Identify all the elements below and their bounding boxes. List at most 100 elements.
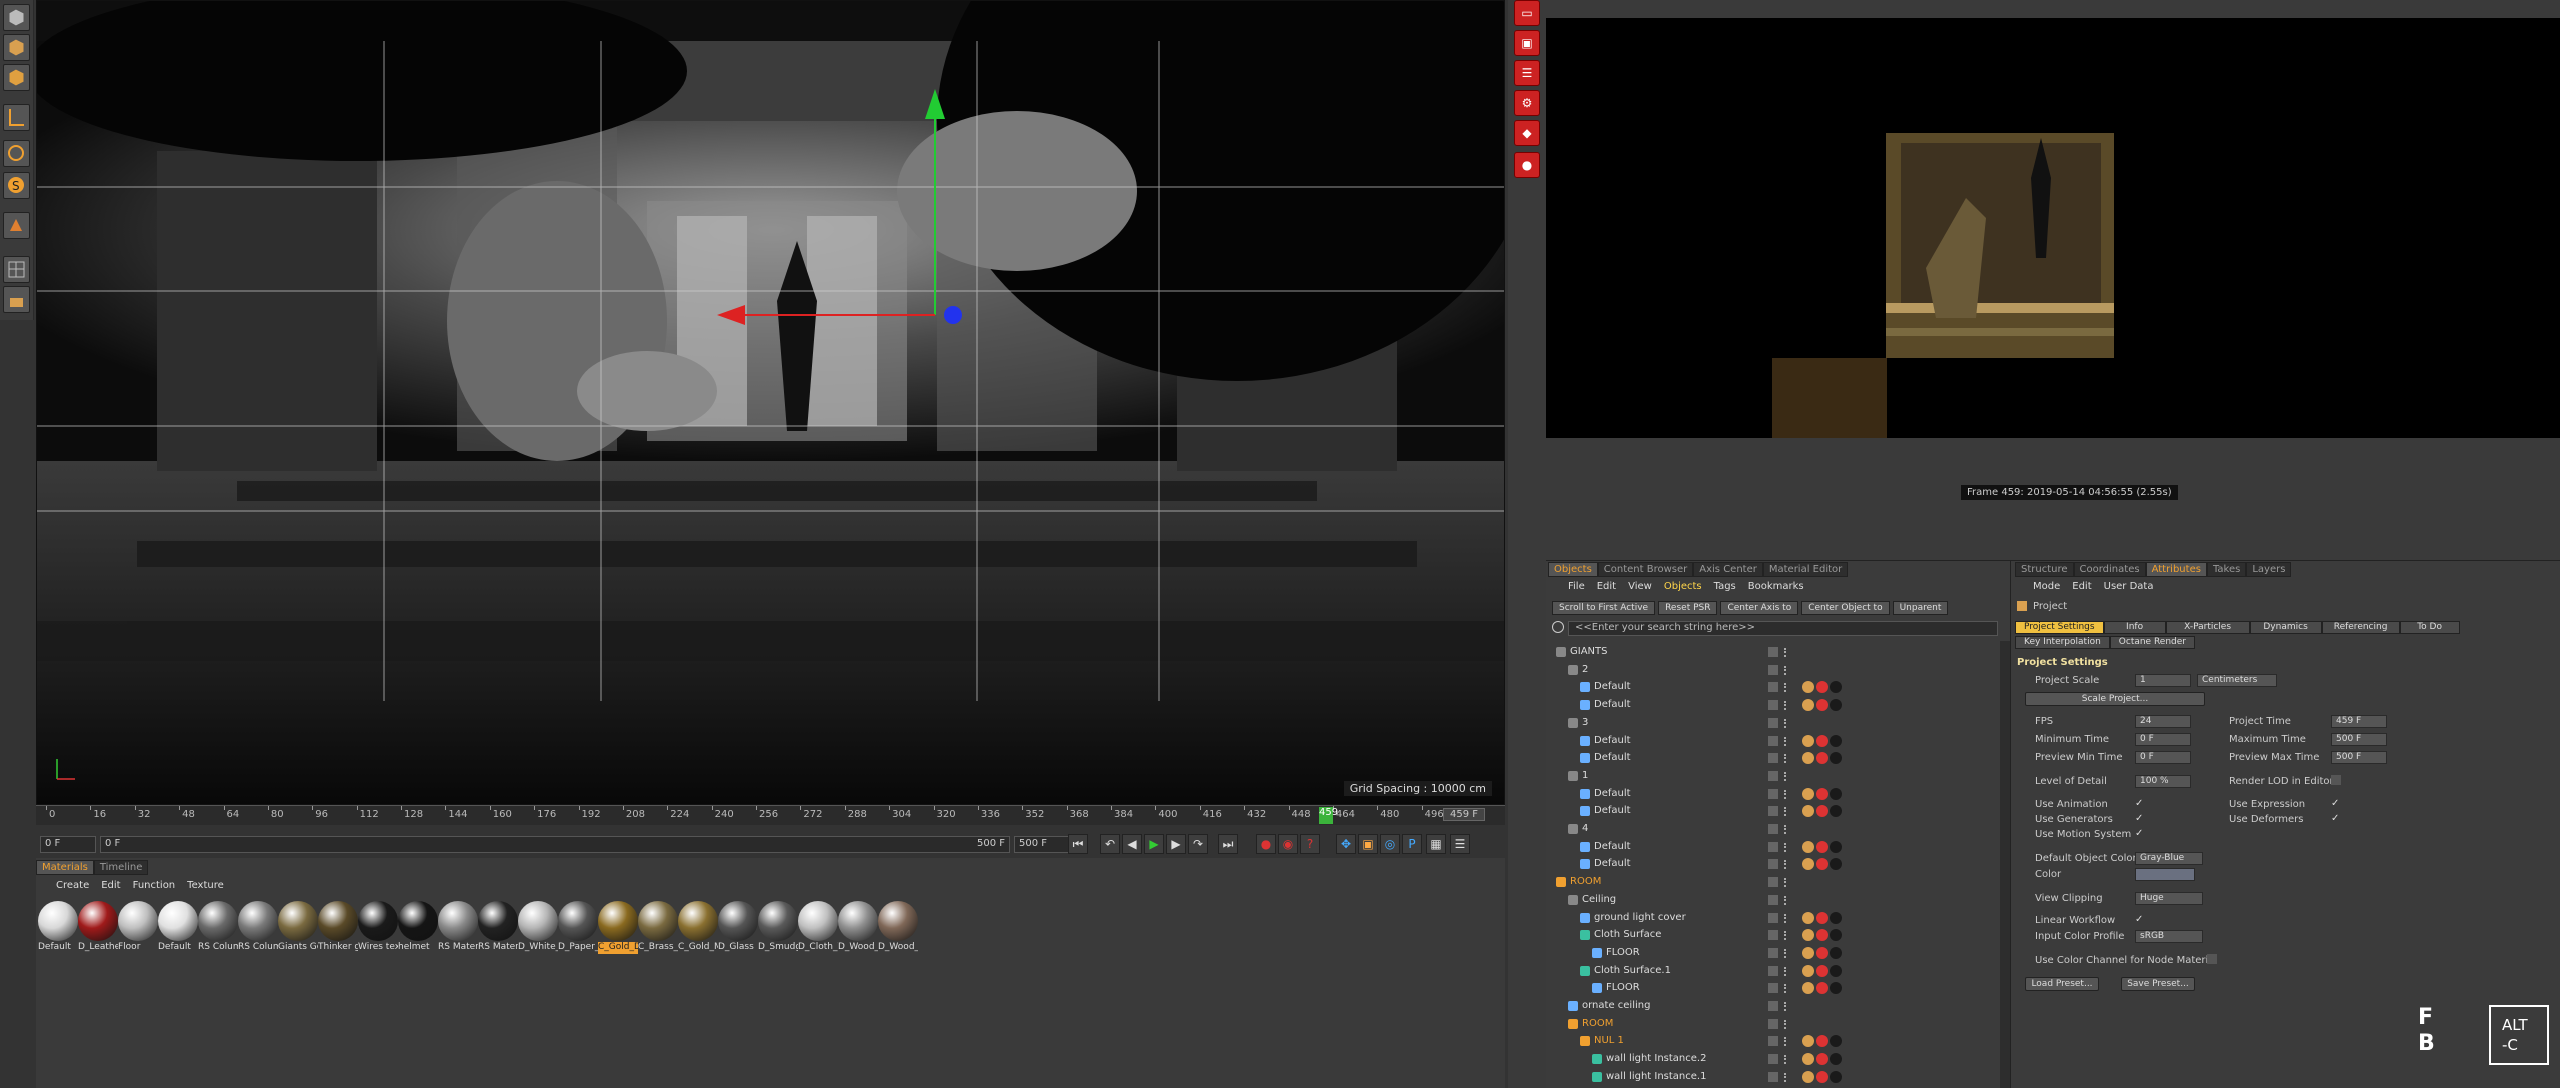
preview-max-field[interactable]: 500 F	[2331, 751, 2387, 764]
material-tag-icon[interactable]	[1802, 929, 1814, 942]
menu-file[interactable]: File	[1568, 581, 1585, 592]
render-settings-icon[interactable]: ⚙	[1514, 90, 1540, 116]
material-tag-icon[interactable]	[1830, 946, 1842, 959]
project-time-field[interactable]: 459 F	[2331, 715, 2387, 728]
tab-attributes[interactable]: Attributes	[2145, 562, 2207, 577]
autokey-icon[interactable]: ◉	[1278, 834, 1298, 854]
visibility-dots[interactable]	[1784, 984, 1788, 994]
next-frame-icon[interactable]: ▶	[1166, 834, 1186, 854]
view-clipping-select[interactable]: Huge	[2135, 892, 2203, 905]
frame-range-slider[interactable]: 0 F 500 F	[100, 836, 1010, 853]
axis-mode-icon[interactable]	[3, 104, 30, 131]
object-row[interactable]: NUL 1	[1546, 1033, 1998, 1050]
subtab-to-do[interactable]: To Do	[2399, 621, 2460, 634]
tab-structure[interactable]: Structure	[2015, 562, 2074, 577]
layer-checkbox[interactable]	[1768, 1071, 1778, 1082]
lod-field[interactable]: 100 %	[2135, 775, 2191, 788]
texture-mode-icon[interactable]	[3, 34, 30, 61]
menu-edit[interactable]: Edit	[2072, 581, 2091, 592]
material-tag-icon[interactable]	[1802, 964, 1814, 977]
menu-mode[interactable]: Mode	[2033, 581, 2060, 592]
visibility-dots[interactable]	[1784, 1072, 1788, 1082]
material-swatch[interactable]: D_Leather	[78, 901, 118, 954]
record-icon[interactable]: ●	[1256, 834, 1276, 854]
visibility-dots[interactable]	[1784, 1019, 1788, 1029]
material-tag-icon[interactable]	[1830, 911, 1842, 924]
layer-checkbox[interactable]	[1768, 682, 1778, 693]
visibility-dots[interactable]	[1784, 1055, 1788, 1065]
material-tag-icon[interactable]	[1816, 699, 1828, 712]
grid-icon[interactable]	[3, 256, 30, 283]
use-animation-checkbox[interactable]: ✓	[2135, 798, 2143, 809]
tab-objects[interactable]: Objects	[1548, 562, 1598, 577]
key-rotation-icon[interactable]: ◎	[1380, 834, 1400, 854]
render-canvas[interactable]	[1546, 18, 2560, 438]
max-time-field[interactable]: 500 F	[2331, 733, 2387, 746]
material-swatch[interactable]: Default	[158, 901, 198, 954]
visibility-dots[interactable]	[1784, 683, 1788, 693]
visibility-dots[interactable]	[1784, 878, 1788, 888]
render-stop-icon[interactable]: ●	[1514, 152, 1540, 178]
keyframe-selection-icon[interactable]: ?	[1300, 834, 1320, 854]
input-color-select[interactable]: sRGB	[2135, 930, 2203, 943]
object-row[interactable]: Default	[1546, 856, 1998, 873]
material-tag-icon[interactable]	[1802, 911, 1814, 924]
unparent-button[interactable]: Unparent	[1892, 601, 1949, 615]
layer-checkbox[interactable]	[1768, 753, 1778, 764]
use-color-channel-checkbox[interactable]	[2207, 954, 2217, 964]
object-row[interactable]: Ceiling	[1546, 892, 1998, 909]
material-tag-icon[interactable]	[1816, 1035, 1828, 1048]
object-mode-icon[interactable]	[3, 64, 30, 91]
key-pla-icon[interactable]: ▦	[1426, 834, 1446, 854]
material-tag-icon[interactable]	[1802, 752, 1814, 765]
layer-checkbox[interactable]	[1768, 877, 1778, 888]
object-row[interactable]: Cloth Surface.1	[1546, 963, 1998, 980]
object-row[interactable]: ground light cover	[1546, 910, 1998, 927]
object-row[interactable]: FLOOR	[1546, 945, 1998, 962]
material-tag-icon[interactable]	[1830, 1053, 1842, 1066]
object-row[interactable]: Default	[1546, 679, 1998, 696]
object-row[interactable]: Default	[1546, 786, 1998, 803]
material-swatch[interactable]: D_Wood_P	[878, 901, 918, 954]
visibility-dots[interactable]	[1784, 1002, 1788, 1011]
material-swatch[interactable]: helmet	[398, 901, 438, 954]
material-tag-icon[interactable]	[1802, 681, 1814, 694]
layer-checkbox[interactable]	[1768, 1036, 1778, 1047]
play-icon[interactable]: ▶	[1144, 834, 1164, 854]
object-row[interactable]: Default	[1546, 750, 1998, 767]
material-tag-icon[interactable]	[1816, 805, 1828, 818]
layer-checkbox[interactable]	[1768, 806, 1778, 817]
material-tag-icon[interactable]	[1802, 840, 1814, 853]
menu-bookmarks[interactable]: Bookmarks	[1748, 581, 1804, 592]
render-queue-icon[interactable]: ☰	[1514, 60, 1540, 86]
layer-checkbox[interactable]	[1768, 1018, 1778, 1029]
render-lod-checkbox[interactable]	[2331, 775, 2341, 785]
goto-start-icon[interactable]: ⏮	[1068, 834, 1088, 854]
menu-objects[interactable]: Objects	[1664, 581, 1702, 592]
visibility-dots[interactable]	[1784, 895, 1788, 905]
menu-user-data[interactable]: User Data	[2104, 581, 2154, 592]
material-swatch[interactable]: RS Materia	[438, 901, 478, 954]
material-swatch[interactable]: D_Wood_P	[838, 901, 878, 954]
center-axis-button[interactable]: Center Axis to	[1720, 601, 1799, 615]
material-tag-icon[interactable]	[1816, 858, 1828, 871]
object-row[interactable]: ROOM	[1546, 1016, 1998, 1033]
menu-edit[interactable]: Edit	[1597, 581, 1616, 592]
material-swatch[interactable]: C_Brass_Sa	[638, 901, 678, 954]
subtab-key-interpolation[interactable]: Key Interpolation	[2015, 636, 2110, 649]
material-tag-icon[interactable]	[1830, 858, 1842, 871]
layer-checkbox[interactable]	[1768, 824, 1778, 834]
menu-create[interactable]: Create	[56, 880, 89, 891]
layer-checkbox[interactable]	[1768, 947, 1778, 958]
tab-materials[interactable]: Materials	[36, 860, 94, 875]
render-region-icon[interactable]: ▭	[1514, 0, 1540, 26]
material-tag-icon[interactable]	[1802, 858, 1814, 871]
key-scale-icon[interactable]: ▣	[1358, 834, 1378, 854]
material-tag-icon[interactable]	[1830, 805, 1842, 818]
visibility-dots[interactable]	[1784, 860, 1788, 870]
visibility-dots[interactable]	[1784, 842, 1788, 852]
visibility-dots[interactable]	[1784, 913, 1788, 923]
object-row[interactable]: Default	[1546, 697, 1998, 714]
object-scrollbar[interactable]	[2000, 641, 2010, 1088]
material-swatch[interactable]: D_Glass	[718, 901, 758, 954]
